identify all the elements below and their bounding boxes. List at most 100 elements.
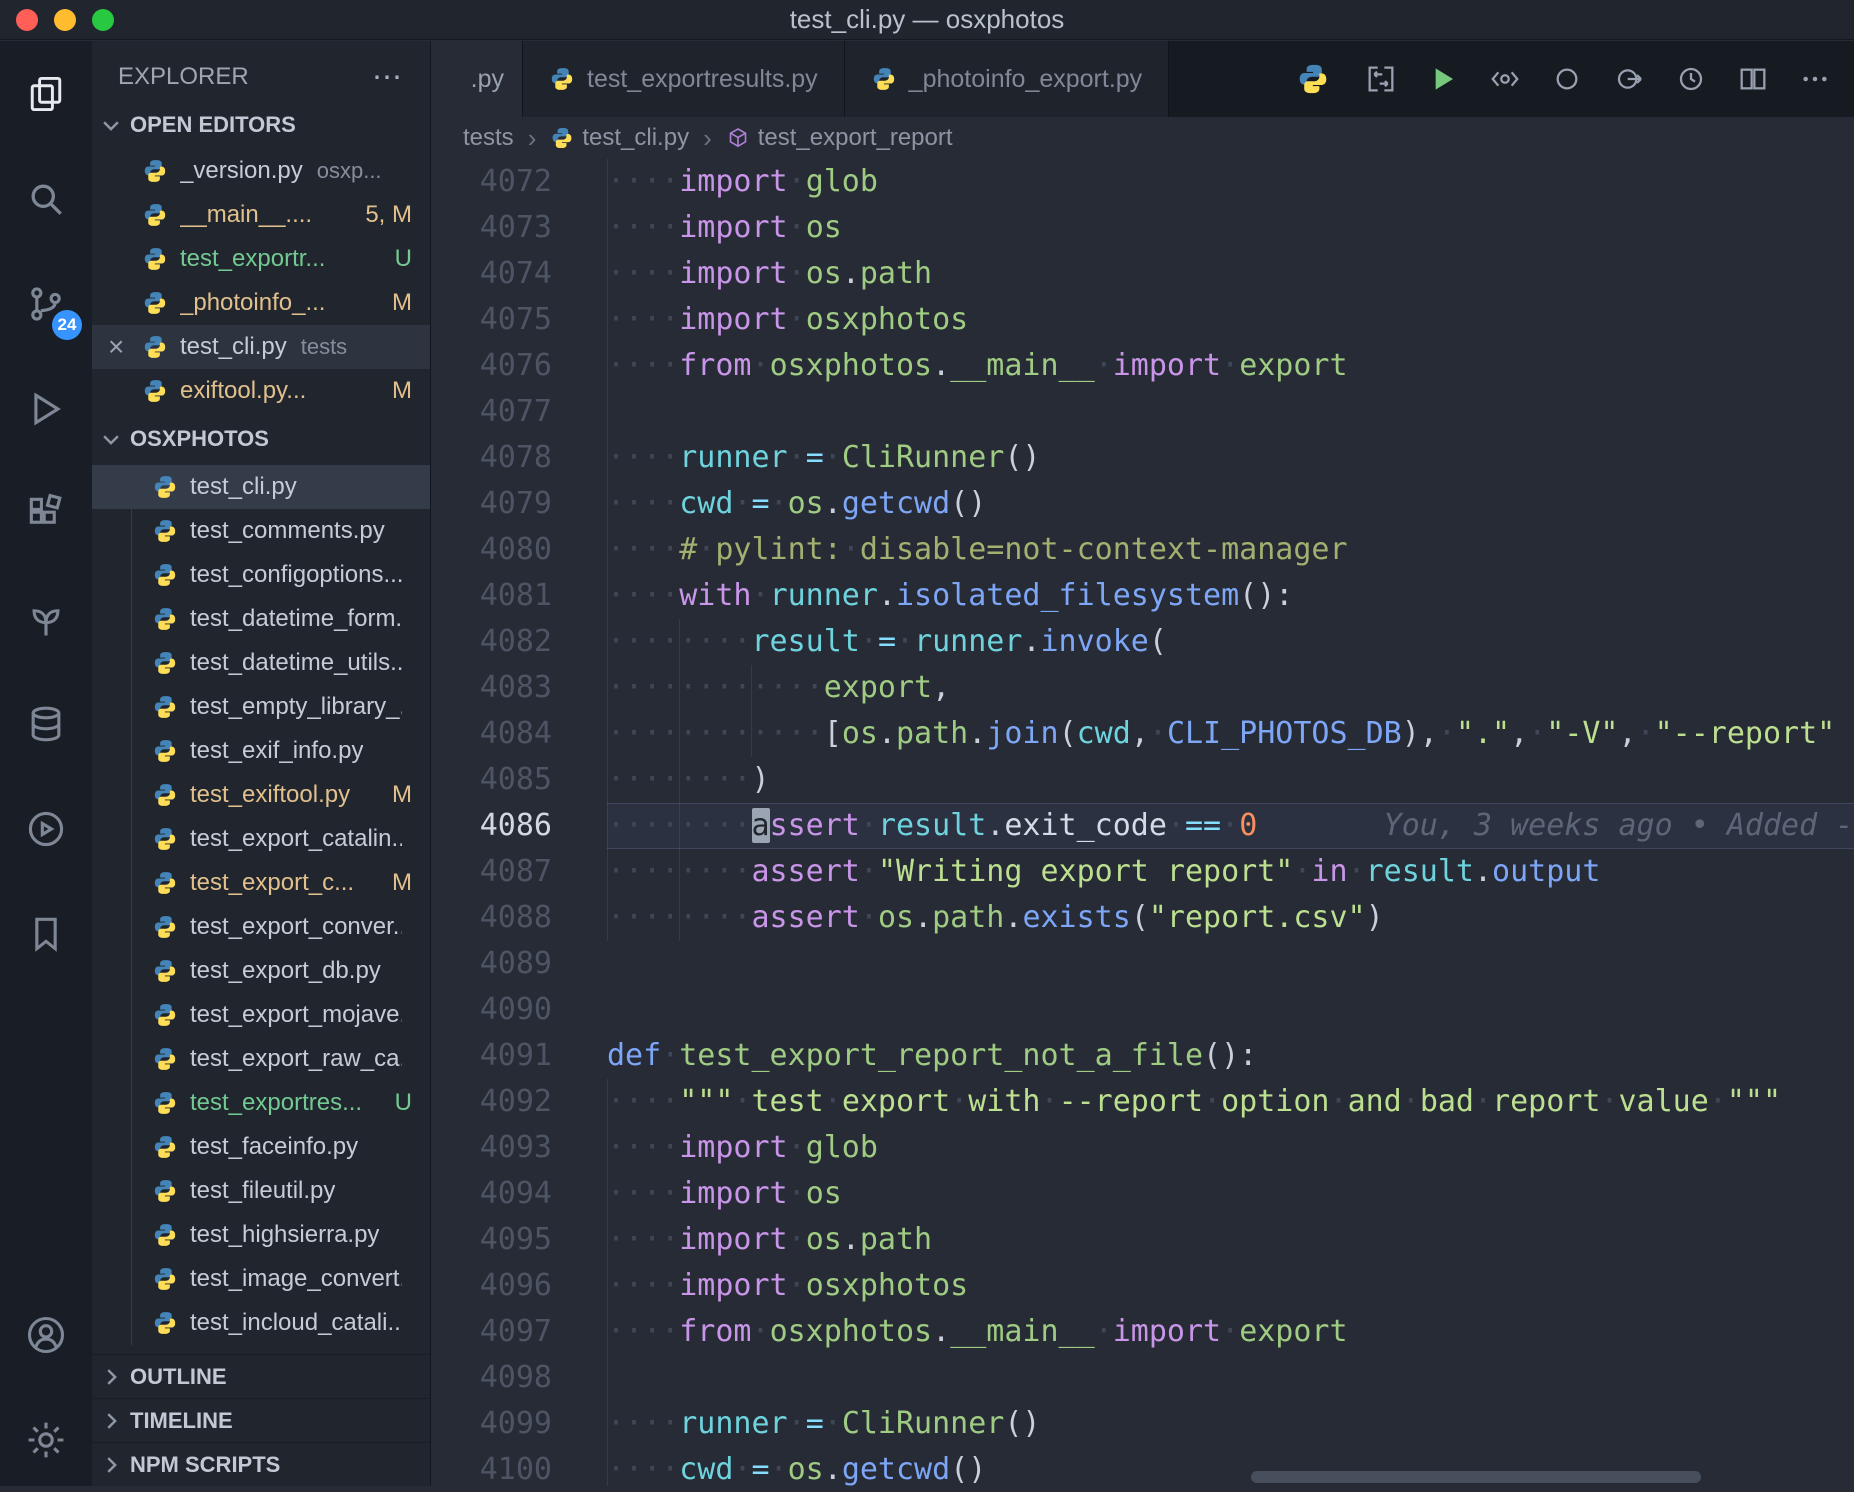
code-line[interactable]: 4075····import·osxphotos [431,297,1854,343]
open-editor-item[interactable]: × test_cli.py tests [92,325,430,369]
code-line[interactable]: 4095····import·os.path [431,1217,1854,1263]
code-line[interactable]: 4081····with·runner.isolated_filesystem(… [431,573,1854,619]
plant-icon[interactable] [0,566,92,671]
osxphotos-section-header[interactable]: OSXPHOTOS [92,419,430,459]
collapsed-section-header[interactable]: NPM SCRIPTS [92,1442,430,1486]
code-line[interactable]: 4089 [431,941,1854,987]
code-line[interactable]: 4084············[os.path.join(cwd,·CLI_P… [431,711,1854,757]
python-file-icon [152,1178,178,1204]
file-tree-item[interactable]: test_datetime_utils.... [92,641,430,685]
file-tree-item[interactable]: test_empty_library_... [92,685,430,729]
clock-icon[interactable] [1660,41,1722,117]
code-line[interactable]: 4080····#·pylint:·disable=not-context-ma… [431,527,1854,573]
chevron-circle-icon[interactable] [1474,41,1536,117]
close-editor-icon[interactable]: × [108,331,142,363]
code-line[interactable]: 4097····from·osxphotos.__main__·import·e… [431,1309,1854,1355]
open-editor-item[interactable]: _photoinfo_... M [92,281,430,325]
open-editors-header[interactable]: OPEN EDITORS [92,105,430,145]
python-file-icon [152,1090,178,1116]
open-editor-item[interactable]: exiftool.py... M [92,369,430,413]
circle-outline-icon[interactable] [1536,41,1598,117]
settings-gear-icon[interactable] [0,1387,92,1492]
code-line[interactable]: 4099····runner·=·CliRunner() [431,1401,1854,1447]
file-tree-item[interactable]: test_comments.py [92,509,430,553]
run-debug-icon[interactable] [0,356,92,461]
file-tree-item[interactable]: test_incloud_catali... [92,1301,430,1345]
file-tree-item[interactable]: test_datetime_form... [92,597,430,641]
file-tree-item[interactable]: test_configoptions.... [92,553,430,597]
minimize-window-button[interactable] [54,9,76,31]
circle-arrow-icon[interactable] [1598,41,1660,117]
horizontal-scrollbar[interactable] [1251,1471,1701,1483]
more-actions-icon[interactable] [1784,41,1846,117]
code-line[interactable]: 4076····from·osxphotos.__main__·import·e… [431,343,1854,389]
explorer-files-icon[interactable] [0,41,92,146]
file-tree-item[interactable]: test_export_c... M [92,861,430,905]
collapsed-sections: OUTLINE TIMELINE NPM SCRIPTS [92,1354,430,1486]
file-tree-item[interactable]: test_export_raw_ca... [92,1037,430,1081]
open-editor-item[interactable]: __main__.... 5, M [92,193,430,237]
collapsed-section-header[interactable]: OUTLINE [92,1354,430,1398]
code-line[interactable]: 4088········assert·os.path.exists("repor… [431,895,1854,941]
code-line[interactable]: 4072····import·glob [431,159,1854,205]
collapsed-section-header[interactable]: TIMELINE [92,1398,430,1442]
close-window-button[interactable] [16,9,38,31]
code-line[interactable]: 4092····"""·test·export·with·--report·op… [431,1079,1854,1125]
line-number: 4091 [431,1033,607,1079]
code-editor[interactable]: 4072····import·glob4073····import·os4074… [431,159,1854,1486]
open-editor-item[interactable]: _version.py osxp... [92,149,430,193]
breadcrumb-file[interactable]: test_cli.py [582,124,689,152]
zoom-window-button[interactable] [92,9,114,31]
account-icon[interactable] [0,1282,92,1387]
file-tree-item[interactable]: test_fileutil.py [92,1169,430,1213]
file-tree-item[interactable]: test_exif_info.py [92,729,430,773]
source-control-icon[interactable]: 24 [0,251,92,356]
open-editor-item[interactable]: test_exportr... U [92,237,430,281]
bookmark-icon[interactable] [0,881,92,986]
code-line[interactable]: 4087········assert·"Writing export repor… [431,849,1854,895]
code-line[interactable]: 4094····import·os [431,1171,1854,1217]
code-line[interactable]: 4086········assert·result.exit_code·==·0… [431,803,1854,849]
indent-guide [607,297,608,343]
code-line[interactable]: 4085········) [431,757,1854,803]
code-line[interactable]: 4098 [431,1355,1854,1401]
run-python-file-button[interactable] [1412,41,1474,117]
file-tree-item[interactable]: test_export_mojave... [92,993,430,1037]
file-tree-item[interactable]: test_highsierra.py [92,1213,430,1257]
breadcrumb-folder[interactable]: tests [463,124,514,152]
file-tree-item[interactable]: test_export_db.py [92,949,430,993]
split-editor-icon[interactable] [1722,41,1784,117]
python-file-icon [152,650,178,676]
python-file-icon [549,66,575,92]
code-line[interactable]: 4073····import·os [431,205,1854,251]
file-tree-item[interactable]: test_export_catalin... [92,817,430,861]
code-line[interactable]: 4096····import·osxphotos [431,1263,1854,1309]
tab-test-cli[interactable]: .py [431,41,523,117]
extensions-icon[interactable] [0,461,92,566]
tab-test-exportresults[interactable]: test_exportresults.py [523,41,845,117]
tab-photoinfo-export[interactable]: _photoinfo_export.py [845,41,1170,117]
file-tree-item[interactable]: test_exportres... U [92,1081,430,1125]
code-line[interactable]: 4093····import·glob [431,1125,1854,1171]
file-tree-item[interactable]: test_image_convert... [92,1257,430,1301]
file-tree-item[interactable]: test_faceinfo.py [92,1125,430,1169]
code-line[interactable]: 4083············export, [431,665,1854,711]
file-tree-item[interactable]: test_export_conver... [92,905,430,949]
play-circle-icon[interactable] [0,776,92,881]
code-line[interactable]: 4078····runner·=·CliRunner() [431,435,1854,481]
file-tree-item[interactable]: test_exiftool.py M [92,773,430,817]
line-number: 4079 [431,481,607,527]
code-line[interactable]: 4077 [431,389,1854,435]
code-line[interactable]: 4091def·test_export_report_not_a_file(): [431,1033,1854,1079]
search-icon[interactable] [0,146,92,251]
python-icon[interactable] [1288,41,1350,117]
code-line[interactable]: 4074····import·os.path [431,251,1854,297]
database-icon[interactable] [0,671,92,776]
code-line[interactable]: 4082········result·=·runner.invoke( [431,619,1854,665]
code-line[interactable]: 4090 [431,987,1854,1033]
code-line[interactable]: 4079····cwd·=·os.getcwd() [431,481,1854,527]
more-actions-icon[interactable]: ⋯ [372,60,404,95]
file-tree-item[interactable]: test_cli.py [92,465,430,509]
breadcrumb-symbol[interactable]: test_export_report [758,124,953,152]
compare-changes-icon[interactable] [1350,41,1412,117]
